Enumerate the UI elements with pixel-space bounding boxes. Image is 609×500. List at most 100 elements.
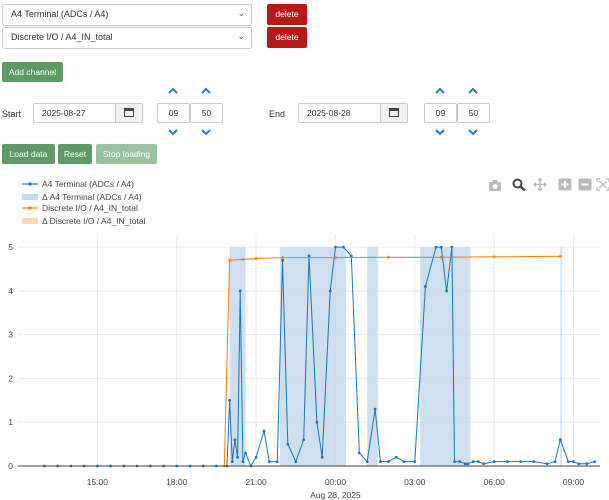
legend-swatch-delta-di	[22, 218, 38, 224]
y-tick-label: 0	[8, 461, 13, 471]
channel-select-2-value: Discrete I/O / A4_IN_total	[11, 32, 113, 42]
y-tick-label: 2	[8, 373, 13, 383]
start-date-value: 2025-08-27	[42, 108, 86, 118]
data-point	[386, 460, 390, 464]
stop-loading-button[interactable]: Stop loading	[96, 144, 157, 164]
data-point	[373, 407, 377, 411]
y-tick-label: 1	[8, 417, 13, 427]
data-point	[341, 245, 345, 249]
data-point	[439, 245, 443, 249]
end-minute-up-arrow[interactable]	[466, 86, 480, 96]
end-hour-down-arrow[interactable]	[433, 127, 447, 137]
data-point	[281, 258, 284, 262]
data-point	[492, 460, 496, 464]
start-minute-up-arrow[interactable]	[199, 86, 213, 96]
data-point	[577, 462, 581, 466]
end-hour-input[interactable]: 09	[424, 103, 457, 123]
end-date-input[interactable]: 2025-08-28	[298, 103, 408, 123]
data-point	[450, 245, 454, 249]
data-point	[445, 289, 448, 293]
data-point	[413, 460, 417, 464]
delta-bands	[229, 247, 562, 466]
data-point	[434, 245, 438, 249]
legend-label-delta-a4: Δ A4 Terminal (ADCs / A4)	[42, 192, 142, 202]
data-point	[545, 462, 549, 466]
reset-button[interactable]: Reset	[58, 144, 92, 164]
chart[interactable]: A4 Terminal (ADCs / A4) Δ A4 Terminal (A…	[0, 172, 609, 500]
start-hour-down-arrow[interactable]	[166, 127, 180, 137]
x-tick-label: 00:00	[325, 477, 347, 487]
start-label: Start	[2, 109, 22, 119]
chevron-down-icon: ⌄	[237, 31, 245, 41]
y-tick-label: 3	[8, 330, 13, 340]
data-point	[286, 442, 290, 446]
data-point	[254, 455, 258, 459]
x-tick-label: 18:00	[166, 477, 188, 487]
end-label: End	[269, 109, 286, 119]
data-point	[572, 460, 575, 464]
data-point	[466, 462, 470, 466]
legend-label-di: Discrete I/O / A4_IN_total	[42, 203, 138, 213]
start-minute-down-arrow[interactable]	[199, 127, 213, 137]
data-point	[241, 460, 245, 464]
end-minute-input[interactable]: 50	[457, 103, 490, 123]
end-minute-down-arrow[interactable]	[466, 127, 480, 137]
channel-select-1-value: A4 Terminal (ADCs / A4)	[11, 9, 109, 19]
data-point	[585, 462, 589, 466]
data-point	[281, 256, 284, 260]
calendar-icon[interactable]	[380, 104, 407, 122]
data-point	[307, 254, 311, 258]
delete-channel-1-button[interactable]: delete	[267, 4, 307, 25]
start-minute-input[interactable]: 50	[190, 103, 223, 123]
data-point	[334, 245, 337, 249]
data-point	[439, 255, 443, 259]
data-point	[228, 398, 232, 402]
data-point	[458, 460, 462, 464]
data-point	[402, 460, 406, 464]
data-point	[482, 462, 485, 466]
chart-legend[interactable]: A4 Terminal (ADCs / A4) Δ A4 Terminal (A…	[22, 179, 146, 226]
data-point	[241, 257, 245, 261]
channel-select-2[interactable]: Discrete I/O / A4_IN_total ⌄	[2, 27, 252, 49]
series-line-1	[223, 255, 561, 467]
data-point	[492, 255, 496, 259]
delta-band	[560, 247, 562, 466]
end-date-value: 2025-08-28	[307, 108, 351, 118]
delta-band	[279, 247, 347, 466]
chevron-down-icon: ⌄	[237, 8, 245, 18]
legend-label-delta-di: Δ Discrete I/O / A4_IN_total	[42, 216, 146, 226]
x-tick-label: 15:00	[87, 477, 109, 487]
data-point	[254, 257, 258, 260]
data-point	[453, 460, 456, 464]
data-point	[267, 460, 271, 464]
legend-label-a4: A4 Terminal (ADCs / A4)	[42, 179, 134, 189]
data-point	[349, 254, 353, 258]
load-data-button[interactable]: Load data	[2, 144, 55, 164]
delete-channel-2-button[interactable]: delete	[267, 27, 307, 48]
data-point	[394, 455, 398, 459]
start-date-input[interactable]: 2025-08-27	[33, 103, 143, 123]
data-point	[315, 420, 319, 424]
channel-select-1[interactable]: A4 Terminal (ADCs / A4) ⌄	[2, 4, 252, 26]
data-point	[463, 462, 467, 466]
data-point	[506, 460, 509, 464]
data-point	[471, 460, 475, 464]
x-tick-label: 21:00	[245, 477, 267, 487]
start-hour-input[interactable]: 09	[157, 103, 190, 123]
data-point	[558, 254, 562, 258]
data-point	[386, 255, 390, 259]
data-point	[379, 460, 382, 464]
data-point	[262, 429, 266, 433]
legend-swatch-delta-a4	[22, 194, 38, 200]
x-tick-label: 09:00	[563, 477, 585, 487]
data-point	[334, 256, 337, 260]
end-hour-up-arrow[interactable]	[433, 86, 447, 96]
add-channel-button[interactable]: Add channel	[2, 62, 63, 82]
calendar-icon[interactable]	[115, 104, 142, 122]
data-point	[233, 438, 237, 442]
start-hour-up-arrow[interactable]	[166, 86, 180, 96]
data-point	[275, 460, 279, 464]
data-point	[236, 455, 239, 459]
data-point	[294, 460, 298, 464]
x-tick-label: 03:00	[404, 477, 426, 487]
